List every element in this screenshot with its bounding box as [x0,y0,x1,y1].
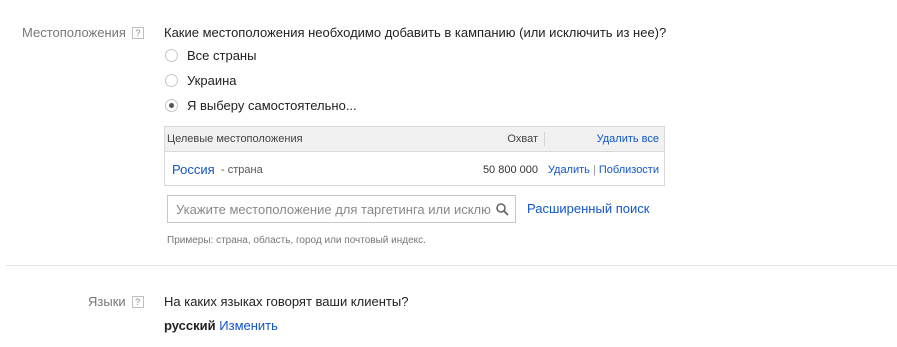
radio-ukraine[interactable]: Украина [165,73,237,88]
search-hint: Примеры: страна, область, город или почт… [167,235,426,246]
search-icon[interactable] [496,203,509,216]
locations-question: Какие местоположения необходимо добавить… [164,25,667,40]
location-name-link[interactable]: Россия [172,162,215,177]
column-reach-header: Охват [507,133,538,145]
header-divider [544,132,545,146]
remove-link[interactable]: Удалить [548,164,590,176]
radio-all-countries[interactable]: Все страны [165,48,256,63]
radio-icon[interactable] [165,74,178,87]
column-target-header: Целевые местоположения [167,133,303,145]
radio-label: Украина [187,73,237,88]
languages-label-text: Языки [88,294,126,309]
row-actions: Удалить | Поблизости [548,164,659,176]
targeted-locations-table: Целевые местоположения Охват Удалить все… [164,126,665,186]
search-placeholder: Укажите местоположение для таргетинга ил… [176,202,491,217]
advanced-search-link[interactable]: Расширенный поиск [527,201,649,216]
remove-all-link[interactable]: Удалить все [597,133,659,145]
languages-value-row: русский Изменить [164,318,278,333]
radio-label: Я выберу самостоятельно... [187,98,357,113]
radio-custom[interactable]: Я выберу самостоятельно... [165,98,357,113]
table-row: Россия - страна 50 800 000 Удалить | Поб… [165,152,664,187]
radio-checked-icon[interactable] [165,99,178,112]
nearby-link[interactable]: Поблизости [599,164,659,176]
help-icon[interactable]: ? [131,27,144,39]
section-divider [6,265,897,266]
location-reach: 50 800 000 [482,164,538,176]
languages-label: Языки? [88,294,144,309]
selected-language: русский [164,318,216,333]
radio-icon[interactable] [165,49,178,62]
table-header: Целевые местоположения Охват Удалить все [165,127,664,152]
locations-label-text: Местоположения [22,25,126,40]
location-search-input[interactable]: Укажите местоположение для таргетинга ил… [167,195,516,223]
change-language-link[interactable]: Изменить [219,318,278,333]
radio-label: Все страны [187,48,257,63]
separator: | [592,164,596,176]
location-type: - страна [221,164,263,176]
help-icon[interactable]: ? [131,296,144,308]
languages-question: На каких языках говорят ваши клиенты? [164,294,409,309]
locations-label: Местоположения? [22,25,144,40]
